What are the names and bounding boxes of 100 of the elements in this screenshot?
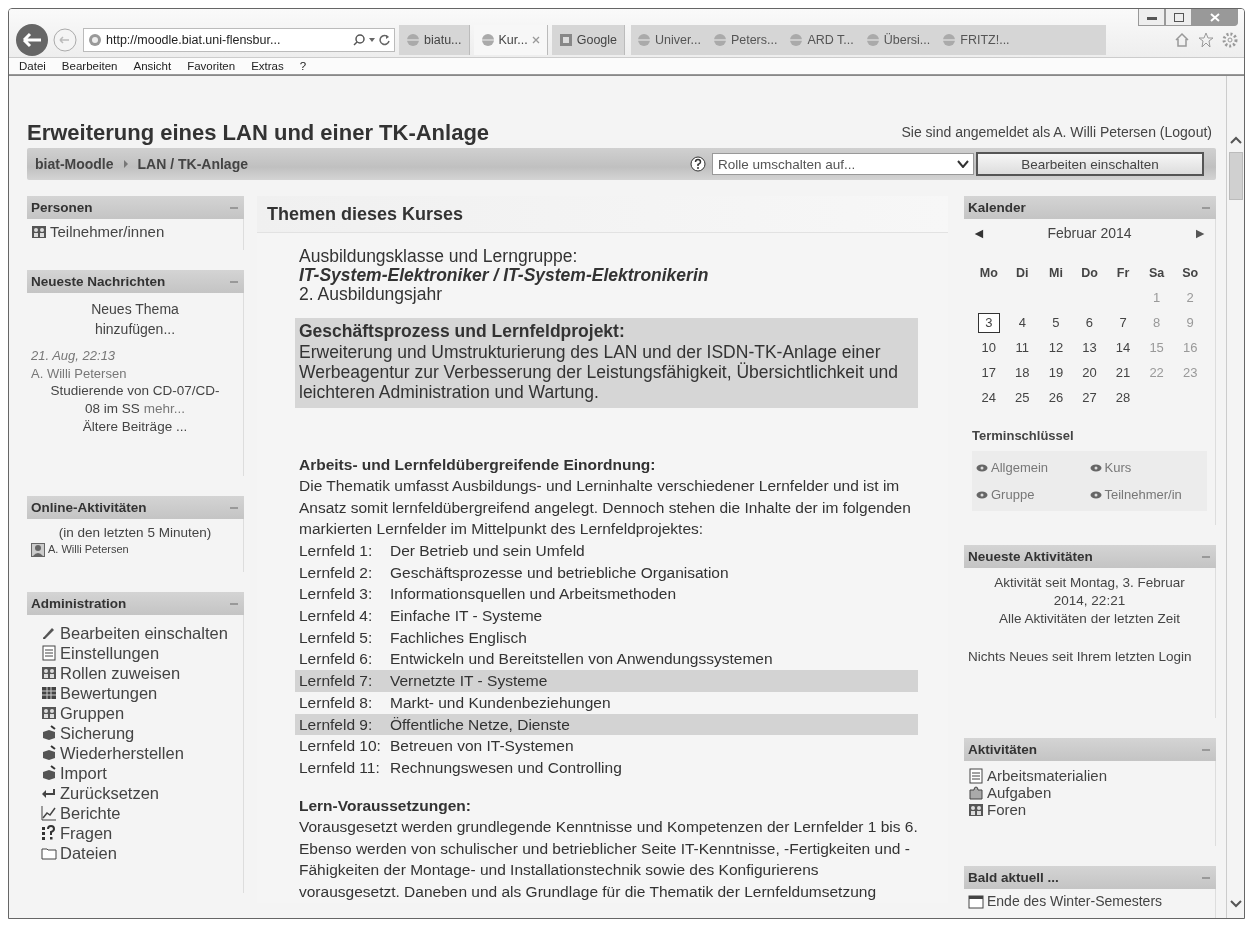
admin-link[interactable]: Sicherung [60,723,135,743]
previous-month-link[interactable]: ◄ [972,225,986,241]
event-link[interactable]: Ende des Winter-Semesters [987,893,1163,910]
maximize-button[interactable] [1165,9,1192,26]
admin-link[interactable]: Berichte [60,803,121,823]
refresh-icon[interactable] [379,34,390,46]
prerequisites-heading: Lern-Voraussetzungen: [299,795,472,816]
browser-tab[interactable]: biatu... [399,25,470,55]
lernfeld-number: Lernfeld 3: [299,584,374,605]
eye-icon[interactable] [1089,490,1102,499]
eye-icon[interactable] [1089,463,1102,472]
star-icon[interactable] [1198,32,1214,48]
eye-icon[interactable] [976,463,988,472]
admin-link[interactable]: Bewertungen [60,683,158,703]
browser-tab[interactable]: Kur... [473,25,548,55]
globe-icon [637,33,652,47]
calendar-day[interactable]: 5 [1044,313,1067,333]
calendar-day[interactable]: 4 [1011,313,1034,333]
eye-icon[interactable] [976,490,988,499]
scroll-thumb[interactable] [1228,152,1243,200]
admin-link[interactable]: Rollen zuweisen [60,663,181,683]
box-icon [41,765,57,781]
lernfeld-title: Entwickeln und Bereitstellen von Anwendungssystemen [390,649,773,670]
calendar-day[interactable]: 13 [1078,338,1101,358]
role-select[interactable]: Rolle umschalten auf... [712,153,974,175]
key-label: Allgemein [991,459,1049,476]
calendar-day[interactable]: 3 [977,313,1000,333]
key-label: Gruppe [991,486,1035,503]
back-button[interactable] [15,23,49,57]
calendar-day[interactable]: 25 [1011,388,1034,408]
calendar-day[interactable]: 24 [977,388,1000,408]
menu-item[interactable]: Datei [19,60,46,72]
calendar-day[interactable]: 19 [1044,363,1067,383]
close-button[interactable] [1192,9,1238,26]
add-topic-link[interactable]: Neues Thema hinzufügen... [75,299,195,339]
login-text: Sie sind angemeldet als A. Willi Petersen (Logout) [901,124,1212,140]
menu-item[interactable]: Ansicht [133,60,172,72]
people-icon [41,705,57,721]
calendar-day[interactable]: 27 [1078,388,1101,408]
admin-link[interactable]: Wiederherstellen [60,743,184,763]
activity-link[interactable]: Arbeitsmaterialien [987,767,1108,784]
menu-item[interactable]: Bearbeiten [61,60,118,72]
edit-mode-button[interactable]: Bearbeiten einschalten [976,152,1204,176]
lernfeld-title: Der Betrieb und sein Umfeld [390,540,585,561]
forward-button[interactable] [53,28,77,52]
help-icon[interactable] [690,156,706,172]
breadcrumb-link[interactable]: biat-Moodle [35,156,114,172]
calendar-day[interactable]: 11 [1011,338,1034,358]
no-news-text: Nichts Neues seit Ihrem letzten Login [968,648,1193,666]
box-icon [41,725,57,741]
favorite-link[interactable]: Peters... [706,33,784,47]
favorite-link[interactable]: Univer... [631,33,707,47]
browser-tab[interactable]: Google [551,25,626,55]
admin-link[interactable]: Fragen [60,823,113,843]
menu-item[interactable]: Favoriten [187,60,236,72]
calendar-day[interactable]: 10 [977,338,1000,358]
close-icon[interactable] [531,36,540,44]
calendar-day[interactable]: 28 [1112,388,1135,408]
address-field[interactable]: http://moodle.biat.uni-flensbur... [83,28,395,52]
logout-link[interactable]: (Logout) [1159,124,1212,140]
activity-link[interactable]: Aufgaben [987,784,1052,801]
settings-icon[interactable] [1222,32,1238,48]
calendar-day[interactable]: 18 [1011,363,1034,383]
user-link[interactable]: A. Willi Petersen [48,541,129,558]
calendar-day[interactable]: 21 [1112,363,1135,383]
scrollbar[interactable] [1226,76,1244,918]
search-icon[interactable] [353,34,365,46]
calendar-day[interactable]: 14 [1112,338,1135,358]
favorite-link[interactable]: Übersi... [859,33,937,47]
all-activities-link[interactable]: Alle Aktivitäten der letzten Zeit [999,611,1180,626]
admin-link[interactable]: Import [60,763,107,783]
key-title: Terminschlüssel [972,428,1075,443]
favorite-link[interactable]: ARD T... [783,33,860,47]
older-posts-link[interactable]: Ältere Beiträge ... [82,419,188,434]
favorite-link[interactable]: FRITZ!... [936,33,1016,47]
activity-link[interactable]: Foren [987,801,1027,818]
minimize-button[interactable] [1138,9,1165,26]
participants-link[interactable]: Teilnehmer/innen [50,223,165,240]
globe-icon [942,33,957,47]
admin-link[interactable]: Einstellungen [60,643,160,663]
breadcrumb-link[interactable]: LAN / TK-Anlage [137,156,248,172]
calendar-day[interactable]: 17 [977,363,1000,383]
calendar-day[interactable]: 12 [1044,338,1067,358]
admin-link[interactable]: Zurücksetzen [60,783,160,803]
caret-icon [957,160,969,168]
calendar-day[interactable]: 20 [1078,363,1101,383]
calendar-day[interactable]: 7 [1112,313,1135,333]
home-icon[interactable] [1174,32,1190,48]
caret-icon[interactable] [369,38,375,42]
calendar-icon [968,893,984,910]
menu-item[interactable]: Extras [251,60,284,72]
menu-item[interactable]: ? [299,60,307,72]
admin-link[interactable]: Gruppen [60,703,125,723]
calendar-day[interactable]: 26 [1044,388,1067,408]
admin-link[interactable]: Bearbeiten einschalten [60,623,228,643]
more-link[interactable]: mehr... [143,401,185,416]
calendar-day[interactable]: 6 [1078,313,1101,333]
classification-text: Die Thematik umfasst Ausbildungs- und Lerninhalte verschiedener Lernfelder und ist im Ansatz somit lernfeldübergreifend angelegt. Dennoch stehen die Inhalte der im folgenden markierten Lernfelder im Mittelpunkt des Lernfeldprojektes: [299,476,912,540]
next-month-link[interactable]: ► [1193,225,1207,241]
admin-link[interactable]: Dateien [60,843,117,863]
